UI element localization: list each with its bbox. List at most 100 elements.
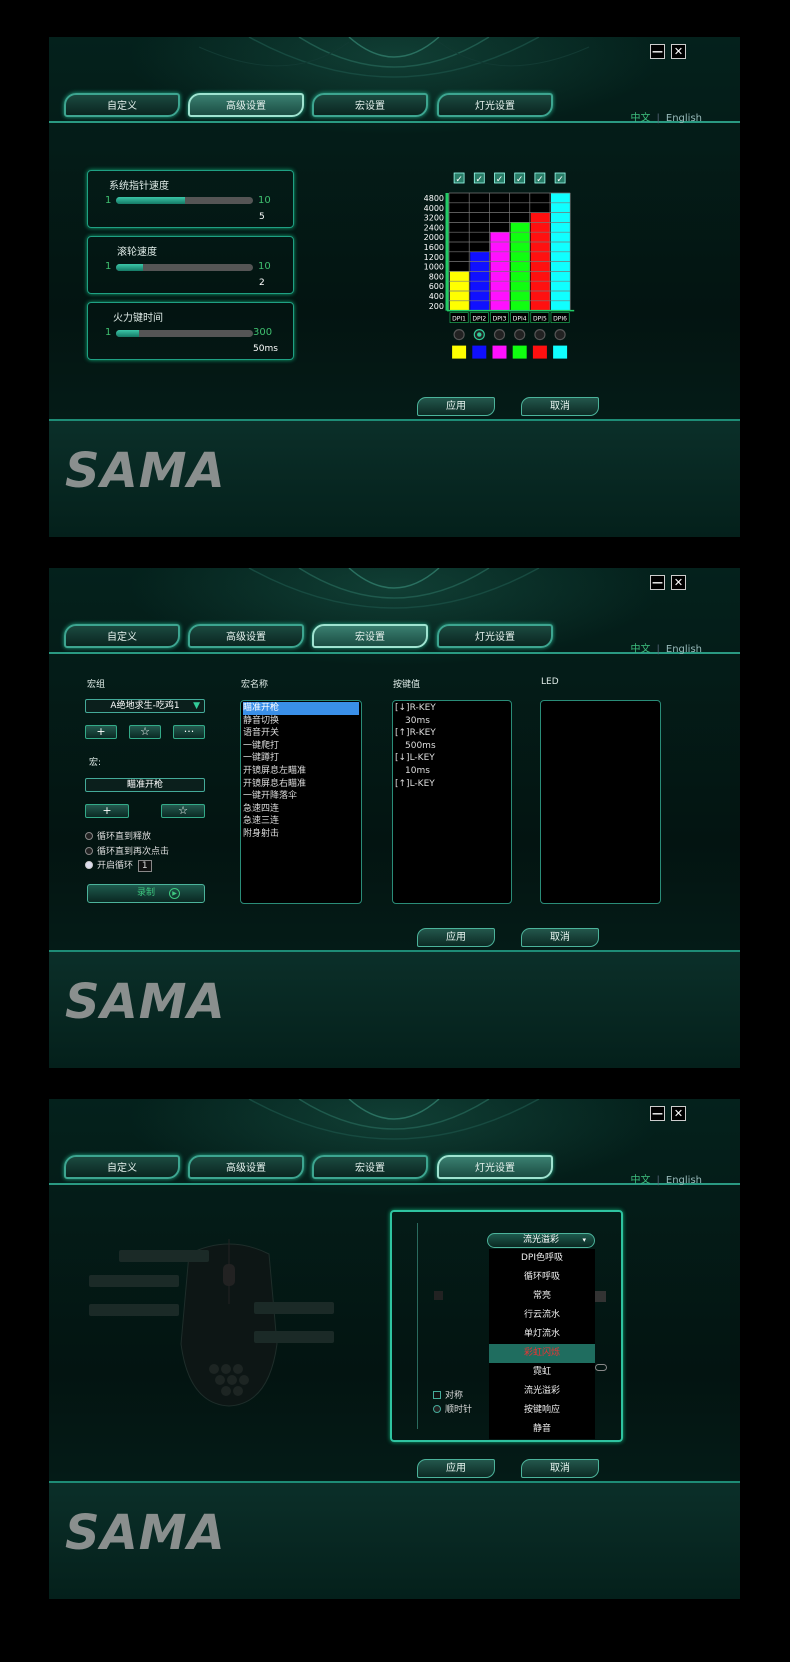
option-loop-until-click[interactable]: 循环直到再次点击	[85, 844, 169, 857]
pointer-speed-min: 1	[105, 195, 112, 206]
lang-chinese[interactable]: 中文	[631, 1175, 651, 1186]
effect-option[interactable]: 静音	[489, 1420, 595, 1439]
cancel-button[interactable]: 取消	[521, 928, 599, 947]
close-button[interactable]: ✕	[671, 44, 686, 59]
tab-advanced[interactable]: 高级设置	[188, 1155, 304, 1179]
tab-lighting[interactable]: 灯光设置	[437, 93, 553, 117]
tab-lighting[interactable]: 灯光设置	[437, 1155, 553, 1179]
led-list[interactable]	[540, 700, 661, 904]
effect-option[interactable]: 流光溢彩	[489, 1382, 595, 1401]
effect-option[interactable]: 常亮	[489, 1287, 595, 1306]
dpi-select-radio[interactable]	[554, 329, 566, 341]
macro-name-item[interactable]: 急速三连	[243, 815, 359, 828]
key-value-item[interactable]: 500ms	[395, 740, 509, 753]
close-button[interactable]: ✕	[671, 1106, 686, 1121]
macro-name-field[interactable]: 瞄准开枪	[85, 778, 205, 792]
slider-track-ghost	[595, 1364, 607, 1371]
lang-separator: |	[656, 113, 660, 124]
loop-count-input[interactable]: 1	[137, 860, 152, 872]
add-macro-button[interactable]: +	[85, 804, 129, 818]
cancel-button[interactable]: 取消	[521, 397, 599, 416]
minimize-button[interactable]: —	[650, 1106, 665, 1121]
record-label: 录制	[136, 888, 155, 898]
key-value-item[interactable]: [↑]L-KEY	[395, 778, 509, 791]
cancel-button[interactable]: 取消	[521, 1459, 599, 1478]
lang-english[interactable]: English	[666, 644, 702, 655]
key-value-item[interactable]: [↓]R-KEY	[395, 702, 509, 715]
macro-name-item[interactable]: 附身射击	[243, 828, 359, 841]
apply-button[interactable]: 应用	[417, 397, 495, 416]
effect-option[interactable]: 行云流水	[489, 1306, 595, 1325]
tab-custom[interactable]: 自定义	[64, 624, 180, 648]
macro-name-item[interactable]: 一键蹲打	[243, 752, 359, 765]
macro-name-item[interactable]: 语音开关	[243, 727, 359, 740]
clockwise-radio[interactable]: 顺时针	[433, 1402, 472, 1415]
dpi-select-radio[interactable]	[534, 329, 546, 341]
macro-name-item[interactable]: 开镜屏息右瞄准	[243, 778, 359, 791]
option-loop-count[interactable]: 开启循环 1	[85, 858, 152, 872]
dpi-select-radio[interactable]	[514, 329, 526, 341]
apply-button[interactable]: 应用	[417, 928, 495, 947]
fire-key-slider[interactable]	[116, 330, 253, 337]
macro-name-item[interactable]: 一键爬打	[243, 740, 359, 753]
color-swatch[interactable]	[553, 345, 568, 359]
effect-option[interactable]: 按键响应	[489, 1401, 595, 1420]
fire-key-value: 50ms	[253, 344, 278, 354]
macro-names-list[interactable]: 瞄准开枪 静音切换 语音开关 一键爬打 一键蹲打 开镜屏息左瞄准 开镜屏息右瞄准 一键开降落伞…	[240, 700, 362, 904]
lang-chinese[interactable]: 中文	[631, 113, 651, 124]
tab-macro[interactable]: 宏设置	[312, 1155, 428, 1179]
radio-icon	[433, 1405, 441, 1413]
lang-english[interactable]: English	[666, 113, 702, 124]
tab-custom[interactable]: 自定义	[64, 1155, 180, 1179]
effect-option[interactable]: 霓虹	[489, 1363, 595, 1382]
lang-english[interactable]: English	[666, 1175, 702, 1186]
add-group-button[interactable]: +	[85, 725, 117, 739]
dpi-select-radio[interactable]	[453, 329, 465, 341]
key-value-item[interactable]: [↓]L-KEY	[395, 752, 509, 765]
key-value-item[interactable]: [↑]R-KEY	[395, 727, 509, 740]
macro-name-item[interactable]: 一键开降落伞	[243, 790, 359, 803]
option-loop-until-release[interactable]: 循环直到释放	[85, 829, 151, 842]
key-value-item[interactable]: 10ms	[395, 765, 509, 778]
option-label: 循环直到再次点击	[97, 847, 170, 857]
effect-option[interactable]: DPI色呼吸	[489, 1249, 595, 1268]
macro-group-select[interactable]: A绝地求生-吃鸡1 ▼	[85, 699, 205, 713]
x-tick-label: DPI3	[493, 316, 507, 323]
color-swatch[interactable]	[532, 345, 547, 359]
macro-name-item[interactable]: 开镜屏息左瞄准	[243, 765, 359, 778]
tab-advanced[interactable]: 高级设置	[188, 624, 304, 648]
favorite-group-button[interactable]: ☆	[129, 725, 161, 739]
macro-name-item[interactable]: 静音切换	[243, 715, 359, 728]
close-button[interactable]: ✕	[671, 575, 686, 590]
record-button[interactable]: 录制 ▶	[87, 884, 205, 903]
color-swatch[interactable]	[512, 345, 527, 359]
effect-dropdown[interactable]: 流光溢彩 ▾	[487, 1233, 595, 1248]
macro-group-label: 宏组	[87, 680, 106, 690]
apply-button[interactable]: 应用	[417, 1459, 495, 1478]
favorite-macro-button[interactable]: ☆	[161, 804, 205, 818]
effect-option[interactable]: 彩虹闪烁	[489, 1344, 595, 1363]
dpi-select-radio[interactable]	[493, 329, 506, 341]
lang-chinese[interactable]: 中文	[631, 644, 651, 655]
macro-name-item[interactable]: 瞄准开枪	[243, 702, 359, 715]
footer-bar: SAMA	[49, 1481, 740, 1599]
tab-lighting[interactable]: 灯光设置	[437, 624, 553, 648]
tab-custom[interactable]: 自定义	[64, 93, 180, 117]
more-group-button[interactable]: ···	[173, 725, 205, 739]
color-swatch[interactable]	[492, 345, 507, 359]
key-values-list[interactable]: [↓]R-KEY 30ms [↑]R-KEY 500ms [↓]L-KEY 10ms [↑]…	[392, 700, 512, 904]
wheel-speed-slider[interactable]	[116, 264, 253, 271]
symmetric-checkbox[interactable]: 对称	[433, 1388, 463, 1401]
color-swatch[interactable]	[452, 345, 467, 359]
macro-name-item[interactable]: 急速四连	[243, 803, 359, 816]
tab-macro[interactable]: 宏设置	[312, 624, 428, 648]
key-value-item[interactable]: 30ms	[395, 715, 509, 728]
pointer-speed-slider[interactable]	[116, 197, 253, 204]
tab-advanced[interactable]: 高级设置	[188, 93, 304, 117]
tab-macro[interactable]: 宏设置	[312, 93, 428, 117]
minimize-button[interactable]: —	[650, 575, 665, 590]
minimize-button[interactable]: —	[650, 44, 665, 59]
color-swatch[interactable]	[472, 345, 487, 359]
effect-option[interactable]: 单灯流水	[489, 1325, 595, 1344]
effect-option[interactable]: 循环呼吸	[489, 1268, 595, 1287]
